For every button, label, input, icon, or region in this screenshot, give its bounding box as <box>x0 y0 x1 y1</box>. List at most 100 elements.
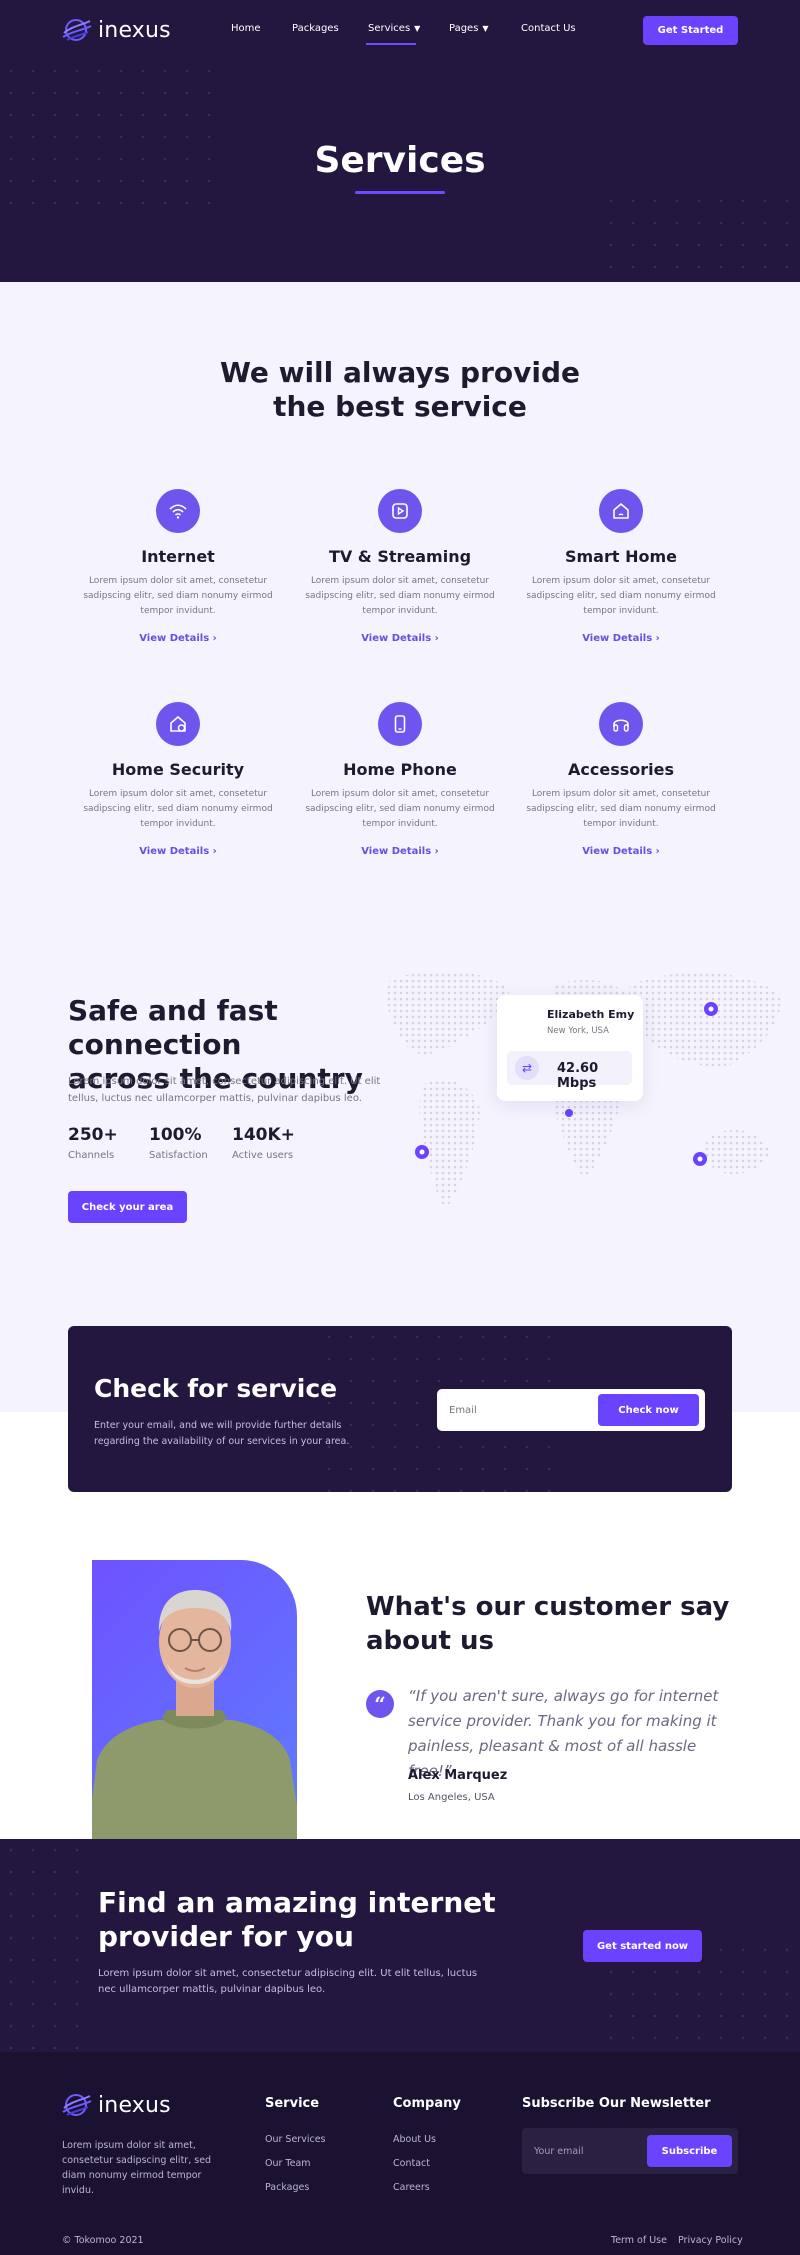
brand-logo[interactable]: inexus <box>62 17 171 43</box>
footer-service-heading: Service <box>265 2096 320 2111</box>
services-heading-line2: the best service <box>273 390 527 423</box>
get-started-button[interactable]: Get Started <box>643 16 738 45</box>
nav-pages[interactable]: Pages ▼ <box>449 23 489 34</box>
footer-link-our-services[interactable]: Our Services <box>265 2134 325 2145</box>
nav-home-label: Home <box>231 23 261 34</box>
link-label: View Details <box>361 846 432 857</box>
testimonial-author: Alex Marquez <box>408 1768 508 1783</box>
stat-channels: 250+ Channels <box>68 1125 118 1161</box>
footer-link-our-team[interactable]: Our Team <box>265 2158 311 2169</box>
newsletter-heading: Subscribe Our Newsletter <box>522 2096 711 2111</box>
top-navigation: inexus Home Packages Services ▼ Pages ▼ Co… <box>0 0 800 62</box>
email-field[interactable] <box>449 1400 589 1420</box>
view-details-link[interactable]: View Details › <box>511 846 731 857</box>
stat-satisfaction: 100% Satisfaction <box>149 1125 208 1161</box>
link-label: View Details <box>582 846 653 857</box>
testimonial-heading-line1: What's our customer say <box>366 1592 730 1622</box>
dot-pattern <box>0 1839 90 2052</box>
stat-label: Active users <box>232 1150 294 1161</box>
cta-description: Lorem ipsum dolor sit amet, consectetur … <box>98 1968 478 1995</box>
page-title: Services <box>314 140 486 181</box>
stat-value: 250+ <box>68 1125 118 1145</box>
view-details-link[interactable]: View Details › <box>290 633 510 644</box>
view-details-link[interactable]: View Details › <box>68 846 288 857</box>
newsletter-form: Subscribe <box>522 2128 738 2174</box>
nav-packages[interactable]: Packages <box>292 23 339 34</box>
stat-label: Satisfaction <box>149 1150 208 1161</box>
newsletter-email-field[interactable] <box>534 2142 644 2160</box>
footer-about: Lorem ipsum dolor sit amet, consetetur s… <box>62 2140 212 2196</box>
globe-logo-icon <box>62 19 92 41</box>
quote-icon: “ <box>366 1690 394 1718</box>
footer-company-heading: Company <box>393 2096 461 2111</box>
testimonial-author-location: Los Angeles, USA <box>408 1792 495 1803</box>
nav-services-label: Services <box>368 23 411 34</box>
card-title: TV & Streaming <box>328 547 472 566</box>
chevron-right-icon: › <box>655 633 660 644</box>
card-title: Smart Home <box>564 547 677 566</box>
service-card-tv-streaming: TV & Streaming Lorem ipsum dolor sit ame… <box>290 489 510 644</box>
location-pin-icon <box>704 1002 718 1016</box>
card-title: Internet <box>141 547 215 566</box>
footer-brand-name: inexus <box>98 2092 171 2118</box>
dot-pattern <box>0 60 230 210</box>
check-now-button[interactable]: Check now <box>598 1394 699 1426</box>
link-label: View Details <box>361 633 432 644</box>
hero-section: inexus Home Packages Services ▼ Pages ▼ Co… <box>0 0 800 282</box>
testimonial-heading: What's our customer say about us <box>366 1590 746 1658</box>
get-started-now-button[interactable]: Get started now <box>583 1930 702 1962</box>
nav-active-indicator <box>366 43 416 45</box>
headphones-icon <box>599 702 643 746</box>
footer-link-about-us[interactable]: About Us <box>393 2134 436 2145</box>
title-underline <box>355 191 445 194</box>
stat-value: 100% <box>149 1125 202 1145</box>
home-shield-icon <box>156 702 200 746</box>
nav-contact[interactable]: Contact Us <box>521 23 576 34</box>
testimonial-heading-line2: about us <box>366 1626 494 1656</box>
subscribe-button[interactable]: Subscribe <box>647 2135 732 2167</box>
play-icon <box>378 489 422 533</box>
customer-photo <box>92 1590 297 1839</box>
view-details-link[interactable]: View Details › <box>511 633 731 644</box>
link-label: View Details <box>139 633 210 644</box>
view-details-link[interactable]: View Details › <box>68 633 288 644</box>
check-service-heading: Check for service <box>94 1374 338 1403</box>
check-service-form: Check now <box>437 1389 705 1431</box>
service-card-home-security: Home Security Lorem ipsum dolor sit amet… <box>68 702 288 857</box>
check-service-description: Enter your email, and we will provide fu… <box>94 1420 350 1447</box>
cta-heading-line1: Find an amazing internet <box>98 1886 496 1919</box>
location-pin-icon <box>693 1152 707 1166</box>
footer-link-terms[interactable]: Term of Use <box>611 2235 667 2246</box>
chevron-right-icon: › <box>212 846 217 857</box>
popup-user-name: Elizabeth Emy <box>547 1008 635 1021</box>
card-description: Lorem ipsum dolor sit amet, consetetur s… <box>526 789 716 829</box>
customer-portrait <box>92 1560 297 1839</box>
brand-name: inexus <box>98 17 171 43</box>
footer-link-contact[interactable]: Contact <box>393 2158 430 2169</box>
card-title: Accessories <box>568 760 674 779</box>
footer-link-careers[interactable]: Careers <box>393 2182 430 2193</box>
transfer-arrows-icon: ⇄ <box>515 1056 539 1080</box>
speed-readout: ⇄ 42.60 Mbps <box>507 1051 632 1091</box>
view-details-link[interactable]: View Details › <box>290 846 510 857</box>
home-icon <box>599 489 643 533</box>
stat-label: Channels <box>68 1150 115 1161</box>
nav-services[interactable]: Services ▼ <box>368 23 420 34</box>
service-card-home-phone: Home Phone Lorem ipsum dolor sit amet, c… <box>290 702 510 857</box>
chevron-right-icon: › <box>434 633 439 644</box>
check-area-button[interactable]: Check your area <box>68 1191 187 1223</box>
cta-heading-line2: provider for you <box>98 1920 354 1953</box>
footer-brand-logo[interactable]: inexus <box>62 2092 171 2118</box>
service-card-internet: Internet Lorem ipsum dolor sit amet, con… <box>68 489 288 644</box>
speed-popup: Elizabeth Emy New York, USA ⇄ 42.60 Mbps <box>497 995 643 1101</box>
nav-home[interactable]: Home <box>231 23 261 34</box>
card-description: Lorem ipsum dolor sit amet, consetetur s… <box>305 789 495 829</box>
service-card-accessories: Accessories Lorem ipsum dolor sit amet, … <box>511 702 731 857</box>
footer-link-packages[interactable]: Packages <box>265 2182 309 2193</box>
chevron-right-icon: › <box>434 846 439 857</box>
connection-heading-line1: Safe and fast connection <box>68 994 278 1061</box>
card-description: Lorem ipsum dolor sit amet, consetetur s… <box>83 576 273 616</box>
footer-link-privacy[interactable]: Privacy Policy <box>678 2235 743 2246</box>
phone-icon <box>378 702 422 746</box>
popup-location: New York, USA <box>547 1026 609 1036</box>
